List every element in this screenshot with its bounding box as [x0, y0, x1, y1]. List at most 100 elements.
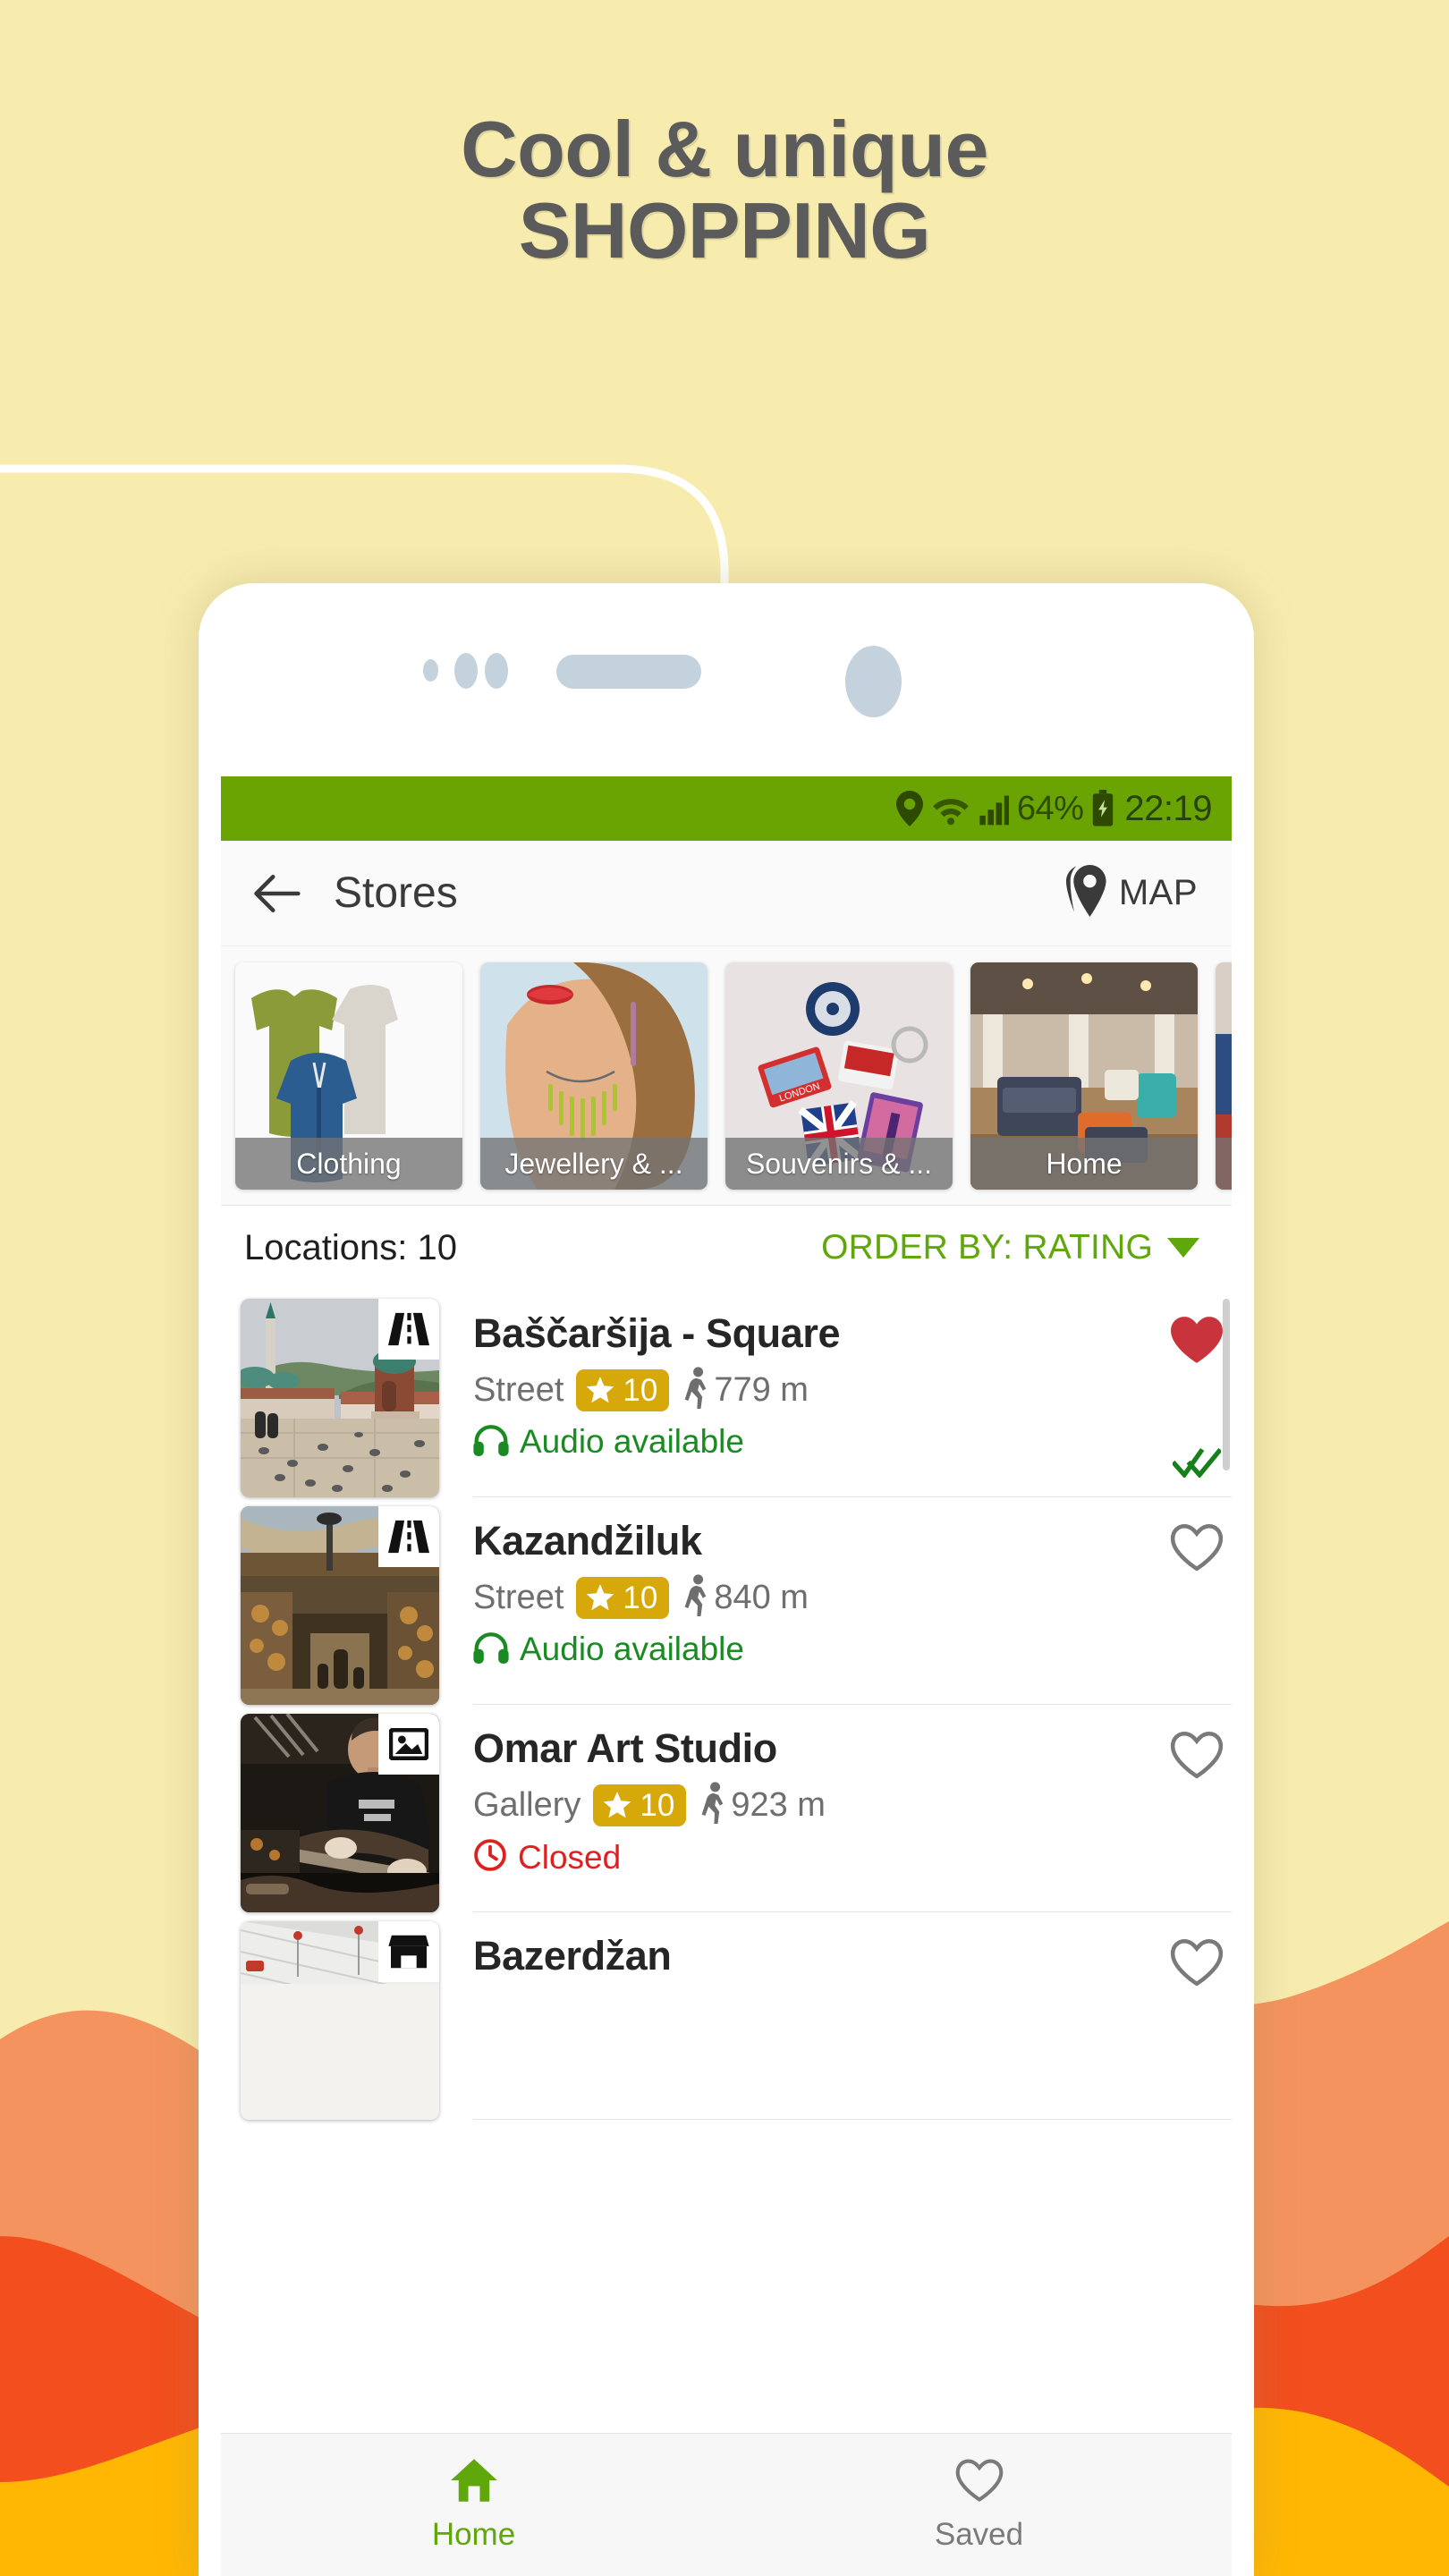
- map-label: MAP: [1118, 873, 1198, 912]
- category-label: [1216, 1138, 1232, 1190]
- rating-badge: 10: [593, 1784, 687, 1827]
- sensor-dot-icon: [485, 653, 508, 689]
- favorite-button-outline[interactable]: [1169, 1730, 1224, 1780]
- back-arrow-icon[interactable]: [250, 867, 303, 920]
- category-label: Souvenirs & ...: [725, 1138, 953, 1190]
- category-card-jewellery[interactable]: Jewellery & ...: [480, 962, 708, 1190]
- star-icon: [587, 1377, 614, 1403]
- favorite-button-outline[interactable]: [1169, 1937, 1224, 1987]
- location-type: Street: [473, 1579, 564, 1617]
- promo-page: Cool & unique SHOPPING 64% 22:19 Stores …: [0, 0, 1449, 2576]
- headline-line-2: SHOPPING: [518, 185, 931, 275]
- distance-group: 923 m: [699, 1782, 826, 1829]
- location-type: Street: [473, 1371, 564, 1410]
- category-card-clothing[interactable]: Clothing: [235, 962, 462, 1190]
- locations-count-label: Locations: 10: [244, 1227, 457, 1267]
- phone-screen: 64% 22:19 Stores MAP Clothing Jewellery …: [221, 776, 1232, 2576]
- clock-icon: [473, 1838, 507, 1877]
- status-text: Audio available: [520, 1423, 744, 1461]
- distance-value: 923 m: [731, 1786, 826, 1825]
- store-icon: [378, 1921, 439, 1982]
- sensor-dot-icon: [423, 659, 438, 682]
- status-text: Closed: [518, 1838, 622, 1876]
- category-card-souvenirs[interactable]: LONDON Souvenirs & ...: [725, 962, 953, 1190]
- location-meta: Gallery 10 923 m: [473, 1782, 1214, 1829]
- nav-label-home: Home: [431, 2517, 516, 2552]
- gallery-icon: [378, 1714, 439, 1775]
- promo-headline: Cool & unique SHOPPING: [0, 108, 1449, 275]
- street-icon: [378, 1299, 439, 1360]
- location-status: Audio available: [473, 1631, 1214, 1668]
- location-pin-icon: [895, 791, 923, 826]
- rating-value: 10: [623, 1372, 658, 1408]
- chevron-down-icon: [1167, 1238, 1199, 1258]
- walking-icon: [682, 1367, 710, 1414]
- visited-double-check-icon: [1171, 1447, 1223, 1482]
- walking-icon: [699, 1782, 727, 1829]
- order-by-button[interactable]: ORDER BY: RATING: [821, 1228, 1199, 1267]
- list-item[interactable]: Baščaršija - Square Street 10 779 m Audi…: [221, 1290, 1232, 1497]
- street-icon: [378, 1506, 439, 1567]
- distance-group: 840 m: [682, 1574, 809, 1622]
- location-meta: Street 10: [473, 1367, 1214, 1414]
- status-bar: 64% 22:19: [221, 776, 1232, 841]
- location-thumbnail: [241, 1714, 439, 1912]
- nav-label-saved: Saved: [934, 2517, 1024, 2552]
- rating-badge: 10: [576, 1369, 670, 1412]
- rating-value: 10: [623, 1580, 658, 1615]
- location-thumbnail: [241, 1299, 439, 1497]
- distance-value: 840 m: [714, 1579, 809, 1617]
- app-bar: Stores MAP: [221, 841, 1232, 946]
- walking-icon: [682, 1574, 710, 1622]
- distance-value: 779 m: [714, 1371, 809, 1410]
- map-pin-icon: [1063, 865, 1106, 921]
- location-name: Baščaršija - Square: [473, 1310, 841, 1356]
- phone-mockup: 64% 22:19 Stores MAP Clothing Jewellery …: [199, 583, 1254, 2576]
- front-camera-icon: [845, 646, 902, 717]
- location-status: Audio available: [473, 1423, 1214, 1461]
- map-button[interactable]: MAP: [1063, 865, 1203, 921]
- clock-label: 22:19: [1124, 788, 1212, 828]
- rating-badge: 10: [576, 1577, 670, 1620]
- home-icon: [449, 2457, 499, 2508]
- category-label: Home: [970, 1138, 1198, 1190]
- favorite-button-filled[interactable]: [1169, 1315, 1224, 1365]
- category-label: Clothing: [235, 1138, 462, 1190]
- star-icon: [604, 1792, 631, 1818]
- list-item-body: Omar Art Studio Gallery 10 923 m Closed: [473, 1714, 1232, 1912]
- headphones-icon: [473, 1631, 509, 1668]
- location-name: Kazandžiluk: [473, 1518, 702, 1563]
- sensor-dot-icon: [454, 653, 478, 689]
- category-label: Jewellery & ...: [480, 1138, 708, 1190]
- order-by-label: ORDER BY: RATING: [821, 1228, 1153, 1267]
- nav-item-saved[interactable]: Saved: [726, 2434, 1232, 2576]
- heart-outline-icon: [954, 2457, 1004, 2508]
- cellular-signal-icon: [979, 792, 1009, 826]
- list-item[interactable]: Omar Art Studio Gallery 10 923 m Closed: [221, 1705, 1232, 1912]
- status-text: Audio available: [520, 1631, 744, 1668]
- locations-list[interactable]: Baščaršija - Square Street 10 779 m Audi…: [221, 1290, 1232, 2120]
- favorite-button-outline[interactable]: [1169, 1522, 1224, 1572]
- location-name: Omar Art Studio: [473, 1725, 777, 1771]
- battery-percent-label: 64%: [1016, 789, 1084, 827]
- nav-item-home[interactable]: Home: [221, 2434, 726, 2576]
- location-type: Gallery: [473, 1786, 581, 1825]
- list-item[interactable]: Kazandžiluk Street 10 840 m Audio availa…: [221, 1497, 1232, 1705]
- headphones-icon: [473, 1424, 509, 1461]
- wifi-icon: [931, 792, 970, 826]
- location-name: Bazerdžan: [473, 1933, 672, 1979]
- category-card-home[interactable]: Home: [970, 962, 1198, 1190]
- list-item[interactable]: Bazerdžan: [221, 1912, 1232, 2120]
- location-meta: Street 10: [473, 1574, 1214, 1622]
- earpiece-speaker-icon: [556, 655, 701, 689]
- star-icon: [587, 1584, 614, 1611]
- headline-line-1: Cool & unique: [461, 105, 988, 193]
- category-card-partial[interactable]: [1216, 962, 1232, 1190]
- rating-value: 10: [640, 1787, 675, 1823]
- list-item-body: Kazandžiluk Street 10 840 m Audio availa…: [473, 1506, 1232, 1705]
- battery-charging-icon: [1091, 790, 1114, 827]
- page-title: Stores: [334, 869, 458, 917]
- phone-top-bezel: [199, 583, 1254, 751]
- category-strip[interactable]: Clothing Jewellery & ... LONDON Souvenir…: [221, 946, 1232, 1206]
- bottom-navigation: Home Saved: [221, 2433, 1232, 2576]
